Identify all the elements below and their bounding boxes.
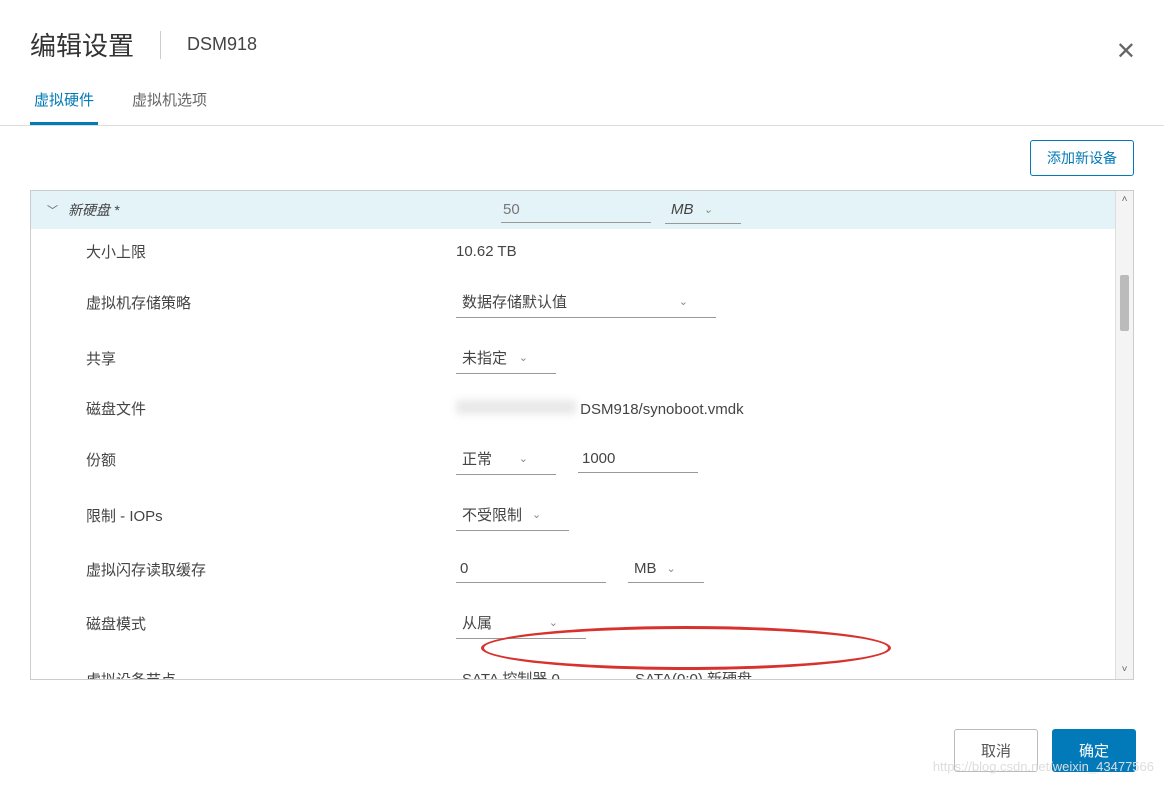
iops-label: 限制 - IOPs: [86, 505, 456, 526]
tab-bar: 虚拟硬件 虚拟机选项: [0, 81, 1164, 126]
shares-label: 份额: [86, 449, 456, 470]
iops-select[interactable]: 不受限制 ⌄: [456, 499, 569, 531]
sharing-value: 未指定: [462, 347, 507, 368]
shares-select[interactable]: 正常 ⌄: [456, 443, 556, 475]
row-shares: 份额 正常 ⌄: [31, 431, 1133, 487]
disk-size-input[interactable]: [501, 197, 651, 223]
device-node-label: 虚拟设备节点: [86, 669, 456, 680]
flash-cache-input[interactable]: [456, 555, 606, 583]
scroll-up-icon[interactable]: ˄: [1116, 191, 1133, 209]
shares-value: 正常: [462, 448, 492, 469]
row-iops-limit: 限制 - IOPs 不受限制 ⌄: [31, 487, 1133, 543]
section-title: 新硬盘 *: [68, 200, 119, 220]
storage-policy-value: 数据存储默认值: [462, 291, 567, 312]
chevron-down-icon: ⌄: [704, 203, 713, 216]
chevron-down-icon: ⌄: [532, 508, 541, 521]
max-size-value: 10.62 TB: [456, 243, 517, 260]
edit-settings-dialog: 编辑设置 DSM918 ✕ 虚拟硬件 虚拟机选项 添加新设备 ﹀ 新硬盘 * M…: [0, 0, 1164, 790]
flash-cache-label: 虚拟闪存读取缓存: [86, 559, 456, 580]
ok-button[interactable]: 确定: [1052, 729, 1136, 772]
sharing-label: 共享: [86, 348, 456, 369]
new-disk-section-header[interactable]: ﹀ 新硬盘 * MB ⌄: [31, 191, 1133, 229]
chevron-down-icon: ⌄: [762, 672, 771, 679]
row-disk-file: 磁盘文件 DSM918/synoboot.vmdk: [31, 386, 1133, 431]
disk-mode-label: 磁盘模式: [86, 613, 456, 634]
settings-panel: ﹀ 新硬盘 * MB ⌄ 大小上限 10.62 TB 虚拟机存储策略 数据存储默…: [30, 190, 1134, 680]
disk-mode-value: 从属: [462, 612, 492, 633]
close-icon[interactable]: ✕: [1116, 40, 1136, 64]
chevron-down-icon: ⌄: [549, 616, 558, 629]
chevron-down-icon: ⌄: [570, 672, 579, 679]
device-node-controller-value: SATA 控制器 0: [462, 668, 560, 679]
flash-cache-unit-value: MB: [634, 560, 657, 577]
flash-cache-unit-select[interactable]: MB ⌄: [628, 555, 704, 583]
device-node-position-select[interactable]: SATA(0:0) 新硬盘 ⌄: [629, 663, 799, 679]
chevron-down-icon: ⌄: [667, 562, 676, 575]
max-size-label: 大小上限: [86, 241, 456, 262]
device-node-position-value: SATA(0:0) 新硬盘: [635, 668, 752, 679]
dialog-header: 编辑设置 DSM918: [0, 0, 1164, 81]
row-disk-mode: 磁盘模式 从属 ⌄: [31, 595, 1133, 651]
device-node-controller-select[interactable]: SATA 控制器 0 ⌄: [456, 663, 607, 679]
iops-value: 不受限制: [462, 504, 522, 525]
chevron-down-icon: ⌄: [519, 452, 528, 465]
disk-size-unit-select[interactable]: MB ⌄: [665, 196, 741, 224]
disk-size-unit-value: MB: [671, 201, 694, 218]
storage-policy-label: 虚拟机存储策略: [86, 292, 456, 313]
chevron-down-icon: ⌄: [519, 351, 528, 364]
vertical-scrollbar[interactable]: ˄ ˅: [1115, 191, 1133, 679]
storage-policy-select[interactable]: 数据存储默认值 ⌄: [456, 286, 716, 318]
row-max-size: 大小上限 10.62 TB: [31, 229, 1133, 274]
disk-mode-select[interactable]: 从属 ⌄: [456, 607, 586, 639]
toolbar: 添加新设备: [0, 126, 1164, 190]
row-storage-policy: 虚拟机存储策略 数据存储默认值 ⌄: [31, 274, 1133, 330]
scrollbar-thumb[interactable]: [1120, 275, 1129, 331]
tab-virtual-hardware[interactable]: 虚拟硬件: [30, 81, 98, 125]
cancel-button[interactable]: 取消: [954, 729, 1038, 772]
chevron-down-icon: ﹀: [47, 202, 58, 218]
scroll-down-icon[interactable]: ˅: [1116, 661, 1133, 679]
settings-scroll-area[interactable]: ﹀ 新硬盘 * MB ⌄ 大小上限 10.62 TB 虚拟机存储策略 数据存储默…: [31, 191, 1133, 679]
title-divider: [160, 31, 161, 59]
row-flash-cache: 虚拟闪存读取缓存 MB ⌄: [31, 543, 1133, 595]
dialog-title: 编辑设置: [30, 26, 134, 63]
add-device-button[interactable]: 添加新设备: [1030, 140, 1134, 176]
sharing-select[interactable]: 未指定 ⌄: [456, 342, 556, 374]
disk-file-value: DSM918/synoboot.vmdk: [456, 400, 744, 418]
row-device-node: 虚拟设备节点 SATA 控制器 0 ⌄ SATA(0:0) 新硬盘 ⌄: [31, 651, 1133, 679]
disk-file-label: 磁盘文件: [86, 398, 456, 419]
row-sharing: 共享 未指定 ⌄: [31, 330, 1133, 386]
chevron-down-icon: ⌄: [679, 295, 688, 308]
tab-vm-options[interactable]: 虚拟机选项: [128, 81, 211, 125]
dialog-subtitle: DSM918: [187, 34, 257, 55]
dialog-footer: 取消 确定: [954, 729, 1136, 772]
shares-number-input[interactable]: [578, 445, 698, 473]
